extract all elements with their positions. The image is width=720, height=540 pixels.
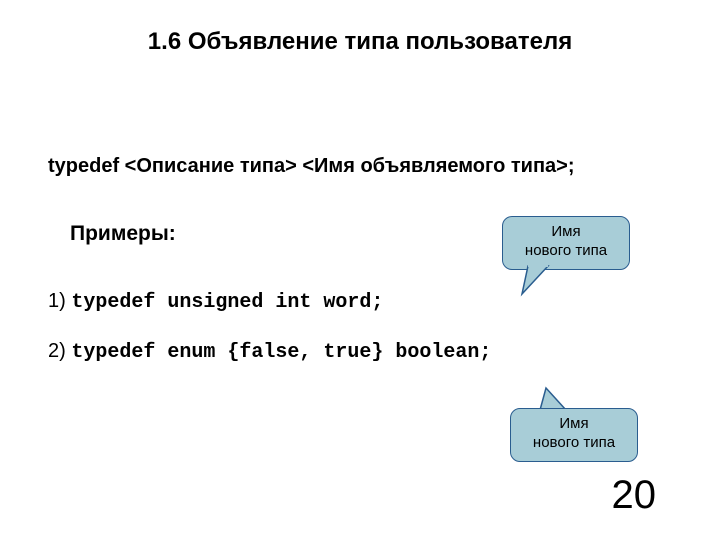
examples-heading: Примеры: [70,222,176,246]
callout-line1: Имя [551,223,580,240]
example-2-number: 2) [48,340,71,362]
callout-bubble: Имя нового типа [510,408,638,462]
example-1: 1) typedef unsigned int word; [48,290,383,314]
slide: 1.6 Объявление типа пользователя typedef… [0,0,720,540]
callout-line1: Имя [559,415,588,432]
example-1-code: typedef unsigned int word; [71,291,383,314]
callout-new-type-name-1: Имя нового типа [502,216,630,270]
typedef-syntax: typedef <Описание типа> <Имя объявляемог… [48,155,574,178]
callout-line2: нового типа [525,242,607,259]
example-2-code: typedef enum {false, true} boolean; [71,341,491,364]
callout-tail-icon [520,264,560,304]
example-2: 2) typedef enum {false, true} boolean; [48,340,491,364]
page-number: 20 [612,473,657,518]
callout-line2: нового типа [533,434,615,451]
callout-new-type-name-2: Имя нового типа [510,408,638,462]
callout-bubble: Имя нового типа [502,216,630,270]
page-title: 1.6 Объявление типа пользователя [0,28,720,56]
example-1-number: 1) [48,290,71,312]
